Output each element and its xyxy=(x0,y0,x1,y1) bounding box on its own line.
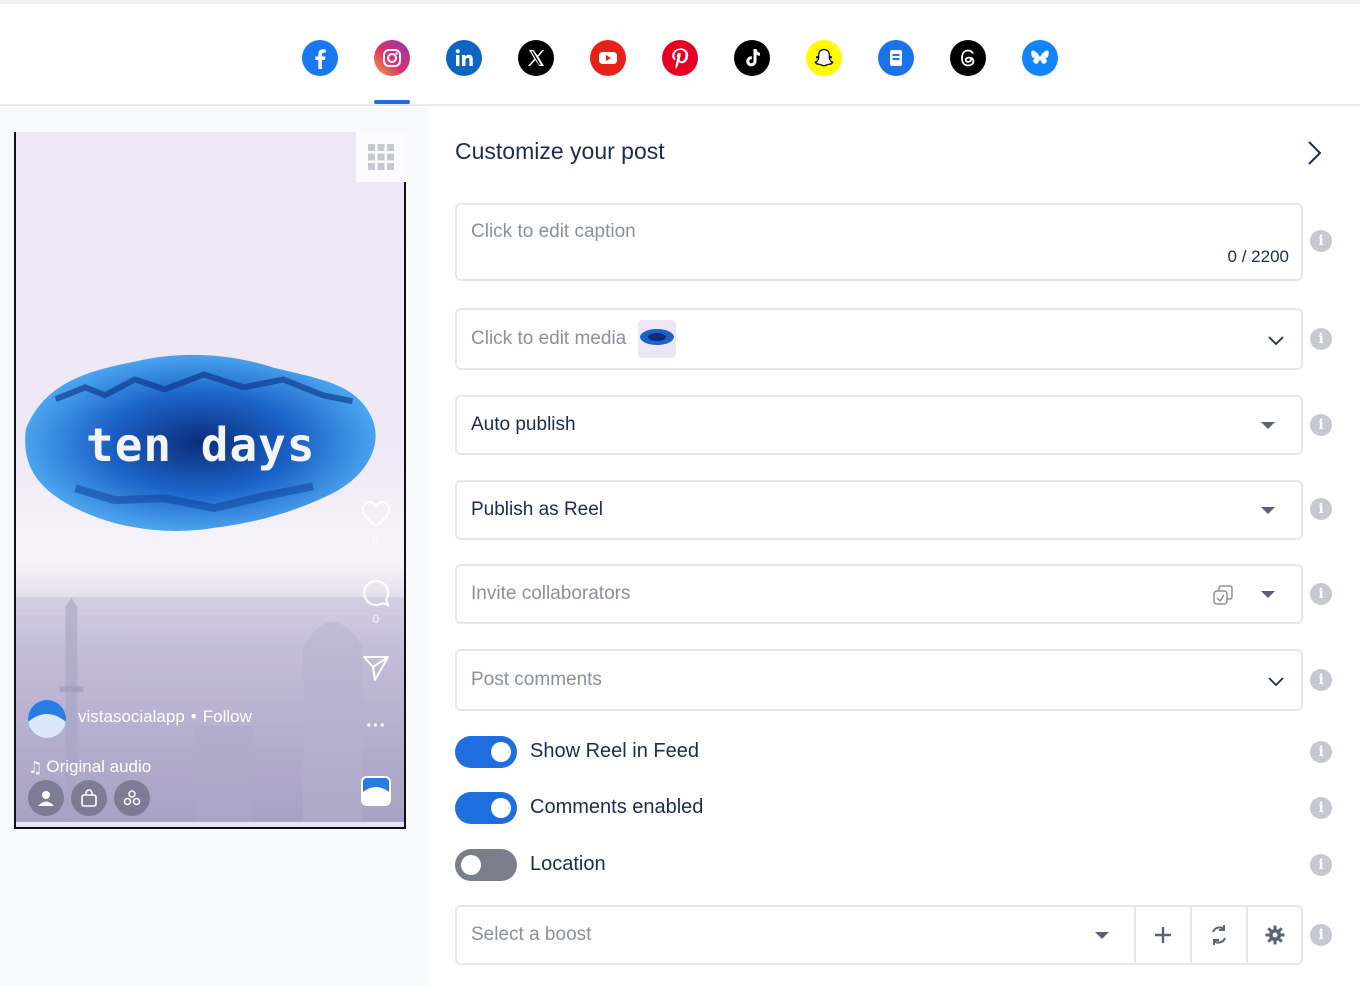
pinterest-icon[interactable] xyxy=(662,40,698,76)
tiktok-icon[interactable] xyxy=(734,40,770,76)
tag-people-icon xyxy=(28,780,64,816)
youtube-icon[interactable] xyxy=(590,40,626,76)
publish-mode-select[interactable]: Auto publish xyxy=(455,395,1303,455)
comment-count: 0 xyxy=(372,612,380,626)
google-business-icon[interactable] xyxy=(878,40,914,76)
post-comments-placeholder: Post comments xyxy=(471,669,602,690)
info-icon[interactable]: i xyxy=(1310,498,1332,520)
username: vistasocialapp xyxy=(78,707,185,726)
plus-icon xyxy=(1155,927,1171,943)
caret-down-icon xyxy=(1261,507,1275,514)
avatar xyxy=(28,700,66,738)
audio-label: Original audio xyxy=(46,757,152,776)
caret-down-icon xyxy=(1095,932,1109,939)
chevron-down-icon xyxy=(1268,677,1284,687)
collaborators-placeholder: Invite collaborators xyxy=(471,583,631,604)
facebook-icon[interactable] xyxy=(302,40,338,76)
toggle-knob xyxy=(461,855,481,875)
location-toggle[interactable] xyxy=(455,849,517,881)
toggle-knob xyxy=(491,742,511,762)
location-label: Location xyxy=(530,853,606,875)
comment-icon xyxy=(361,578,391,613)
like-count: 0 xyxy=(372,534,380,548)
boost-placeholder[interactable]: Select a boost xyxy=(471,924,591,946)
audio-line: ♫ Original audio xyxy=(28,757,151,777)
comments-enabled-label: Comments enabled xyxy=(530,796,704,818)
info-icon[interactable]: i xyxy=(1310,669,1332,691)
info-icon[interactable]: i xyxy=(1310,230,1332,252)
chevron-down-icon xyxy=(1268,336,1284,346)
boost-select-group: Select a boost xyxy=(455,905,1303,965)
media-placeholder: Click to edit media xyxy=(471,328,627,349)
threads-icon[interactable] xyxy=(950,40,986,76)
caption-counter: 0 / 2200 xyxy=(1227,247,1289,266)
post-comments-select[interactable]: Post comments xyxy=(455,649,1303,711)
chevron-right-icon[interactable] xyxy=(1302,138,1326,168)
show-reel-in-feed-toggle[interactable] xyxy=(455,736,517,768)
info-icon[interactable]: i xyxy=(1310,583,1332,605)
info-icon[interactable]: i xyxy=(1310,924,1332,946)
shopping-bag-icon xyxy=(71,780,107,816)
comments-enabled-toggle[interactable] xyxy=(455,792,517,824)
caret-down-icon xyxy=(1261,591,1275,598)
audio-thumbnail xyxy=(361,776,391,806)
refresh-boost-button[interactable] xyxy=(1192,907,1246,963)
instagram-icon[interactable] xyxy=(374,40,410,76)
network-bar xyxy=(0,0,1360,106)
bluesky-icon[interactable] xyxy=(1022,40,1058,76)
media-thumbnail xyxy=(638,320,677,358)
follow-label: Follow xyxy=(202,707,252,726)
grid-view-button[interactable] xyxy=(356,132,406,182)
info-icon[interactable]: i xyxy=(1310,797,1332,819)
publish-mode-value: Auto publish xyxy=(471,414,576,435)
linkedin-icon[interactable] xyxy=(446,40,482,76)
reel-username-line: vistasocialapp • Follow xyxy=(78,707,252,727)
gear-icon xyxy=(1265,925,1285,945)
reel-overlay-text: ten days xyxy=(86,418,316,472)
info-icon[interactable]: i xyxy=(1310,854,1332,876)
copy-check-icon[interactable] xyxy=(1211,583,1235,607)
info-icon[interactable]: i xyxy=(1310,414,1332,436)
x-icon[interactable] xyxy=(518,40,554,76)
media-selector[interactable]: Click to edit media xyxy=(455,308,1303,370)
refresh-icon xyxy=(1212,925,1226,945)
boost-settings-button[interactable] xyxy=(1248,907,1302,963)
page-title: Customize your post xyxy=(455,138,665,164)
publish-type-select[interactable]: Publish as Reel xyxy=(455,480,1303,540)
more-icon: ··· xyxy=(366,715,386,737)
info-icon[interactable]: i xyxy=(1310,741,1332,763)
snapchat-icon[interactable] xyxy=(806,40,842,76)
publish-type-value: Publish as Reel xyxy=(471,499,604,520)
share-icon xyxy=(361,654,391,687)
active-network-indicator xyxy=(374,100,410,104)
caret-down-icon xyxy=(1261,422,1275,429)
info-icon[interactable]: i xyxy=(1310,328,1332,350)
grid-icon xyxy=(368,144,394,170)
toggle-knob xyxy=(491,798,511,818)
caption-field[interactable]: Click to edit caption 0 / 2200 xyxy=(455,203,1303,281)
music-note-icon: ♫ xyxy=(28,757,43,777)
collaborators-icon xyxy=(114,780,150,816)
add-boost-button[interactable] xyxy=(1136,907,1190,963)
caption-placeholder: Click to edit caption xyxy=(471,221,636,242)
collaborators-select[interactable]: Invite collaborators xyxy=(455,564,1303,624)
separator-dot: • xyxy=(190,707,197,726)
like-icon xyxy=(361,500,391,533)
show-reel-in-feed-label: Show Reel in Feed xyxy=(530,740,699,762)
